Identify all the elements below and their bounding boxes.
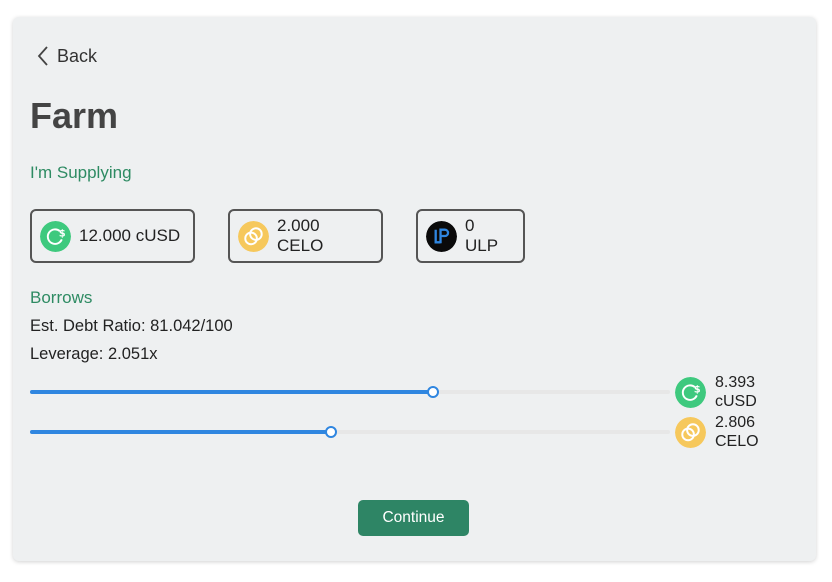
cusd-coin-icon: $ (675, 376, 706, 408)
back-button[interactable]: Back (37, 45, 97, 67)
continue-button[interactable]: Continue (358, 500, 469, 536)
borrow-slider-celo[interactable] (30, 425, 670, 439)
slider-fill (30, 390, 434, 394)
borrow-unit-cusd: cUSD (715, 393, 757, 410)
farm-card: Back Farm I'm Supplying $ 12.000 cUSD 2.… (13, 17, 816, 561)
ulp-token-icon (426, 220, 457, 252)
borrow-value-celo: 2.806 (715, 414, 756, 431)
cusd-coin-icon: $ (40, 220, 71, 252)
supply-list: $ 12.000 cUSD 2.000 CELO 0 ULP (30, 209, 558, 263)
chevron-left-icon (37, 46, 48, 66)
leverage-text: Leverage: 2.051x (30, 345, 158, 363)
supply-pill-ulp[interactable]: 0 ULP (416, 209, 525, 263)
svg-text:$: $ (59, 228, 66, 239)
borrow-amount-celo: 2.806 CELO (675, 413, 759, 451)
borrow-slider-cusd[interactable] (30, 385, 670, 399)
page-title: Farm (30, 95, 119, 136)
celo-coin-icon (675, 416, 706, 448)
borrow-unit-celo: CELO (715, 433, 759, 450)
debt-ratio-text: Est. Debt Ratio: 81.042/100 (30, 317, 233, 335)
borrow-value-cusd: 8.393 (715, 374, 756, 391)
supply-pill-celo[interactable]: 2.000 CELO (228, 209, 383, 263)
borrows-label: Borrows (30, 288, 93, 307)
supply-pill-cusd[interactable]: $ 12.000 cUSD (30, 209, 195, 263)
supply-amount-ulp: 0 ULP (465, 216, 499, 255)
supply-amount-celo: 2.000 CELO (277, 216, 324, 255)
slider-fill (30, 430, 331, 434)
slider-thumb[interactable] (427, 386, 440, 398)
supplying-label: I'm Supplying (30, 163, 132, 182)
borrow-amount-cusd: $ 8.393 cUSD (675, 373, 757, 411)
slider-thumb[interactable] (324, 426, 337, 438)
back-label: Back (57, 45, 98, 66)
svg-text:$: $ (694, 384, 701, 395)
celo-coin-icon (238, 220, 269, 252)
supply-amount-cusd: 12.000 cUSD (79, 226, 181, 245)
